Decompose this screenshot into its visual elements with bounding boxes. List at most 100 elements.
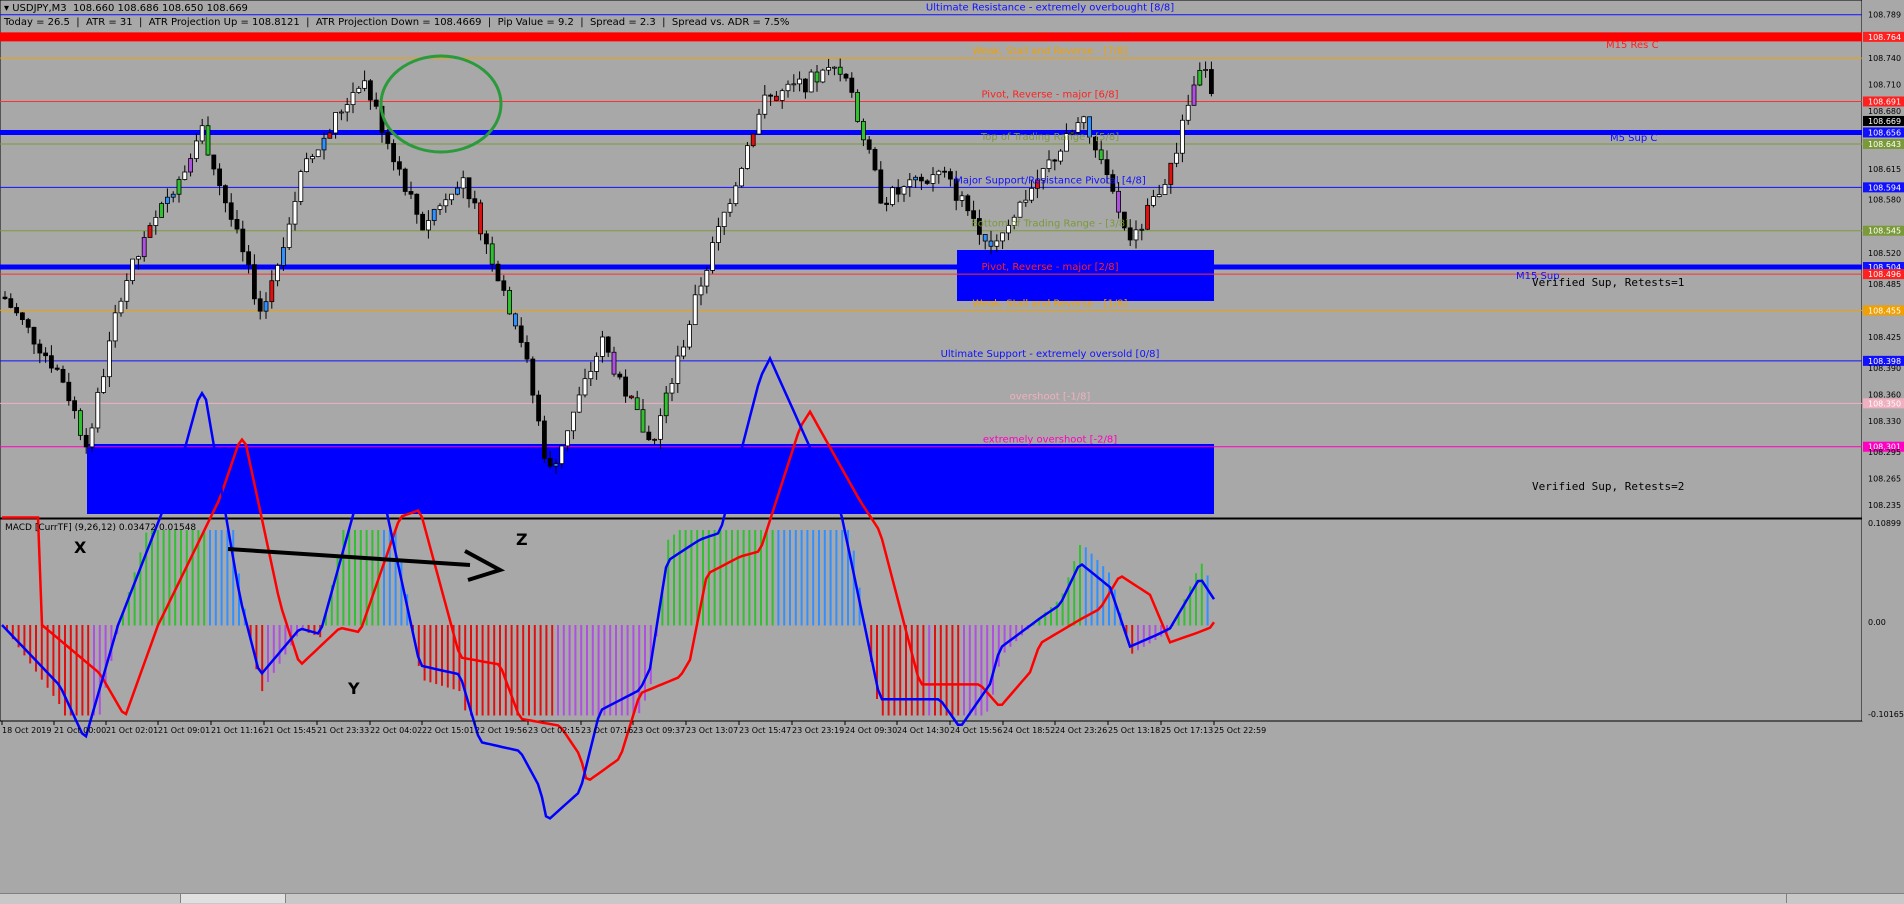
- candle-body[interactable]: [623, 376, 628, 397]
- candle-body[interactable]: [1180, 119, 1185, 154]
- candle-body[interactable]: [948, 171, 953, 180]
- candle-body[interactable]: [884, 202, 889, 205]
- candle-body[interactable]: [2, 296, 8, 300]
- candle-body[interactable]: [454, 187, 460, 195]
- candle-body[interactable]: [513, 313, 518, 327]
- candle-body[interactable]: [1046, 159, 1052, 169]
- candle-body[interactable]: [930, 174, 936, 184]
- candle-body[interactable]: [588, 371, 594, 380]
- candle-body[interactable]: [135, 256, 141, 260]
- candle-body[interactable]: [837, 66, 843, 75]
- candle-body[interactable]: [199, 125, 205, 142]
- candle-body[interactable]: [652, 438, 657, 441]
- candle-body[interactable]: [489, 243, 495, 265]
- candle-body[interactable]: [31, 326, 37, 345]
- candle-body[interactable]: [1023, 199, 1029, 203]
- chart-tab-active[interactable]: [181, 894, 286, 903]
- candle-body[interactable]: [344, 104, 350, 113]
- candle-body[interactable]: [808, 71, 814, 93]
- candle-body[interactable]: [327, 132, 333, 139]
- candle-body[interactable]: [193, 140, 199, 159]
- candle-body[interactable]: [182, 171, 188, 180]
- candle-body[interactable]: [321, 137, 327, 151]
- chart-tab[interactable]: [286, 894, 1787, 903]
- candle-body[interactable]: [420, 213, 426, 231]
- candle-body[interactable]: [54, 367, 60, 370]
- candle-body[interactable]: [14, 307, 20, 314]
- candle-body[interactable]: [495, 263, 501, 282]
- candle-body[interactable]: [1162, 184, 1168, 195]
- candle-body[interactable]: [600, 336, 605, 357]
- candle-body[interactable]: [298, 171, 304, 202]
- candle-body[interactable]: [25, 319, 31, 328]
- candle-body[interactable]: [402, 168, 408, 192]
- candle-body[interactable]: [785, 83, 791, 92]
- candle-body[interactable]: [634, 397, 640, 411]
- candle-body[interactable]: [118, 300, 124, 314]
- candle-body[interactable]: [431, 208, 437, 221]
- candle-body[interactable]: [130, 258, 136, 281]
- candle-body[interactable]: [669, 383, 675, 394]
- candle-body[interactable]: [501, 280, 507, 291]
- candle-body[interactable]: [675, 355, 681, 384]
- candle-body[interactable]: [774, 95, 779, 101]
- candle-body[interactable]: [524, 342, 530, 360]
- candle-body[interactable]: [762, 94, 768, 115]
- candle-body[interactable]: [843, 73, 849, 79]
- candle-body[interactable]: [710, 242, 715, 271]
- candle-body[interactable]: [855, 91, 860, 122]
- candle-body[interactable]: [1156, 194, 1162, 198]
- candle-body[interactable]: [919, 176, 924, 182]
- candle-body[interactable]: [66, 381, 72, 402]
- candle-body[interactable]: [663, 392, 669, 417]
- candle-body[interactable]: [112, 312, 118, 342]
- demand-zone[interactable]: [957, 250, 1214, 301]
- candle-body[interactable]: [1075, 122, 1081, 133]
- chart-window[interactable]: Ultimate Resistance - extremely overboug…: [0, 0, 1904, 904]
- candle-body[interactable]: [797, 78, 802, 85]
- candle-body[interactable]: [176, 179, 182, 195]
- candle-body[interactable]: [617, 373, 623, 378]
- candle-body[interactable]: [536, 394, 541, 422]
- candle-body[interactable]: [78, 410, 83, 436]
- candle-body[interactable]: [832, 66, 837, 69]
- candle-body[interactable]: [1139, 228, 1145, 231]
- candle-body[interactable]: [507, 290, 513, 315]
- candle-body[interactable]: [733, 185, 739, 205]
- demand-zone[interactable]: [87, 444, 1214, 514]
- candle-body[interactable]: [153, 217, 159, 226]
- candle-body[interactable]: [292, 201, 298, 225]
- candle-body[interactable]: [1081, 116, 1087, 124]
- candle-body[interactable]: [1168, 162, 1174, 185]
- candle-body[interactable]: [437, 205, 443, 210]
- candle-body[interactable]: [217, 168, 223, 187]
- candle-body[interactable]: [356, 87, 362, 93]
- candle-body[interactable]: [188, 158, 194, 173]
- candle-body[interactable]: [565, 430, 570, 447]
- candle-body[interactable]: [936, 170, 942, 176]
- candle-body[interactable]: [803, 78, 808, 93]
- candle-body[interactable]: [982, 234, 988, 242]
- candle-body[interactable]: [878, 169, 884, 204]
- candle-body[interactable]: [872, 148, 878, 171]
- candle-body[interactable]: [1145, 204, 1150, 230]
- candle-body[interactable]: [1203, 69, 1208, 71]
- candle-body[interactable]: [286, 223, 292, 248]
- candle-body[interactable]: [211, 154, 217, 170]
- candle-body[interactable]: [866, 139, 872, 150]
- candle-body[interactable]: [449, 193, 455, 201]
- candle-body[interactable]: [779, 90, 785, 101]
- candle-body[interactable]: [913, 176, 918, 181]
- candle-body[interactable]: [942, 170, 947, 173]
- candle-body[interactable]: [147, 225, 153, 238]
- candle-body[interactable]: [629, 395, 634, 399]
- candle-body[interactable]: [396, 161, 402, 170]
- candle-body[interactable]: [646, 431, 652, 441]
- candle-body[interactable]: [205, 125, 211, 156]
- candle-body[interactable]: [443, 199, 449, 207]
- candle-body[interactable]: [745, 145, 750, 169]
- candle-body[interactable]: [367, 80, 373, 101]
- candle-body[interactable]: [814, 71, 820, 83]
- candle-body[interactable]: [530, 358, 536, 396]
- candle-body[interactable]: [483, 233, 489, 245]
